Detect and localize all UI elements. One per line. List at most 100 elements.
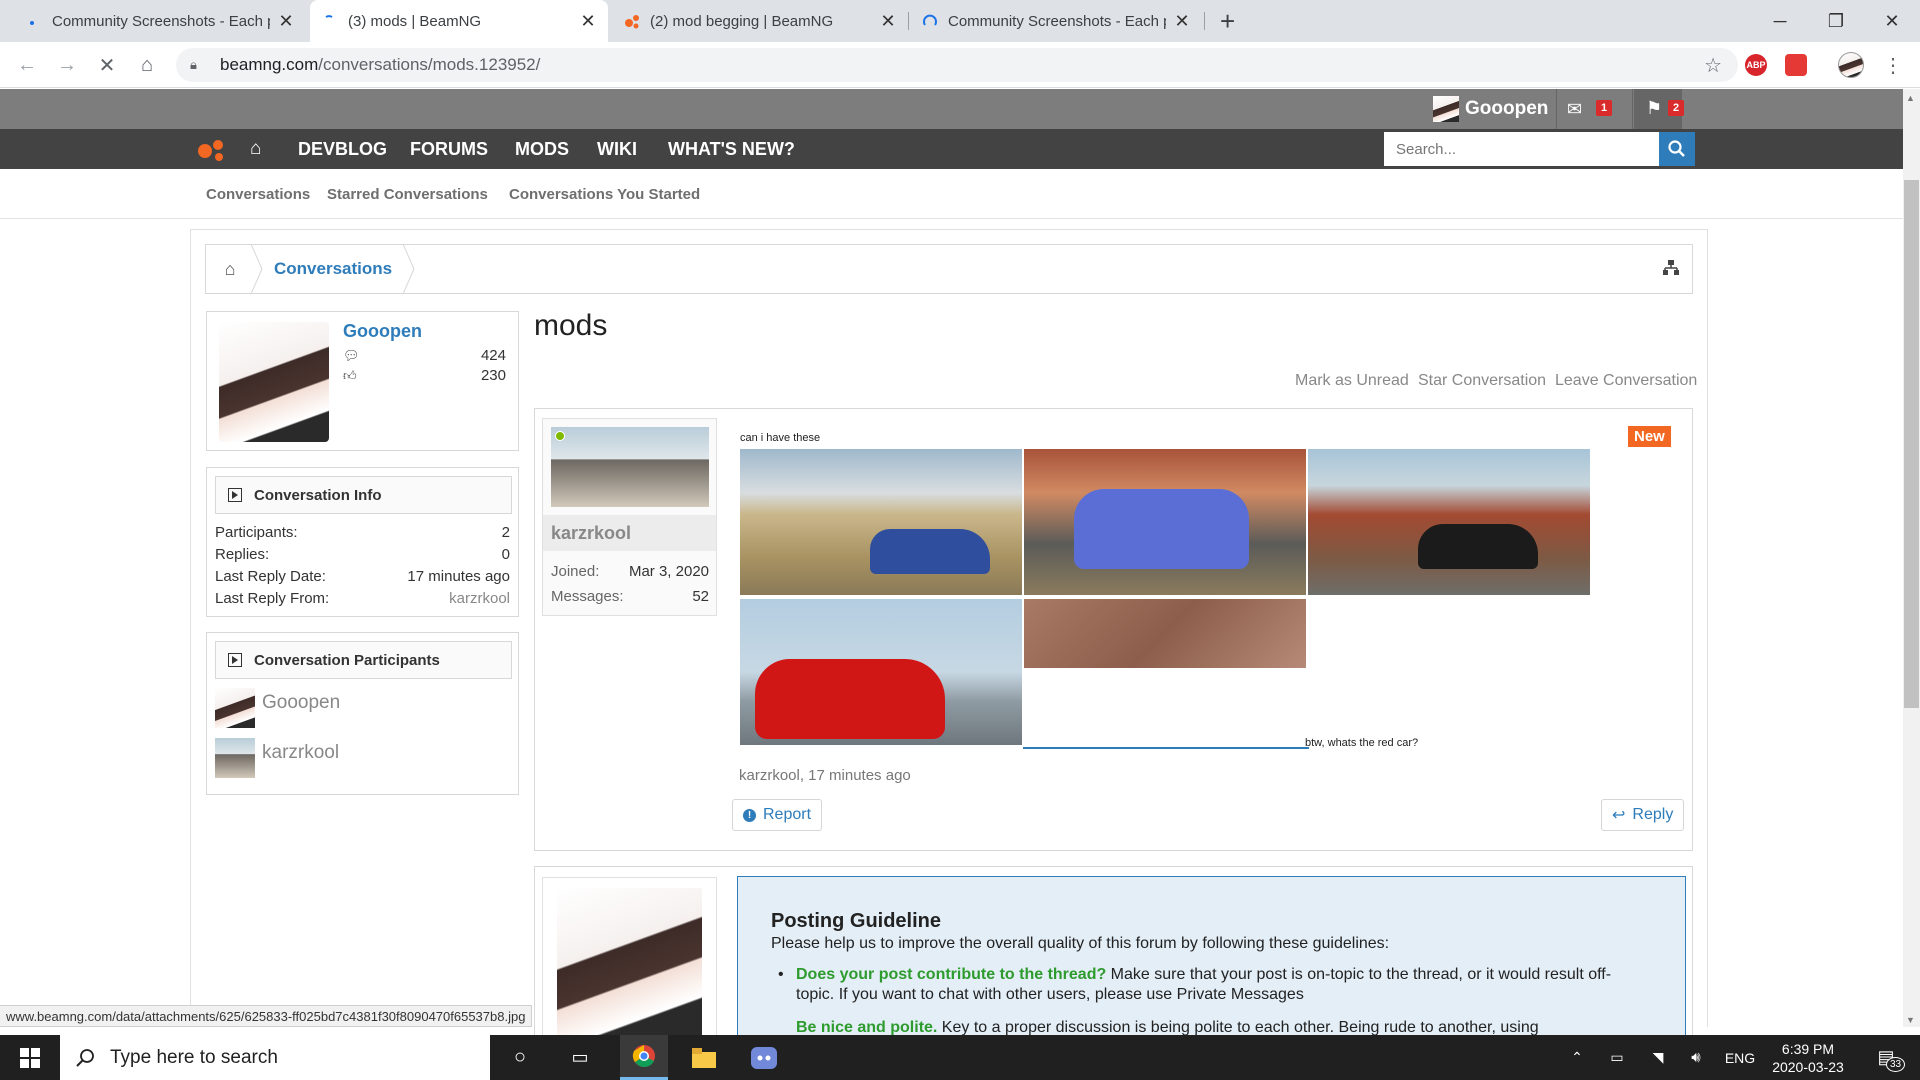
subnav-conversations[interactable]: Conversations bbox=[206, 186, 310, 203]
windows-start-icon[interactable] bbox=[0, 1035, 60, 1080]
leave-conversation-link[interactable]: Leave Conversation bbox=[1555, 372, 1697, 390]
loading-icon bbox=[26, 13, 42, 29]
wifi-icon[interactable]: ◥ bbox=[1645, 1035, 1671, 1080]
author-avatar[interactable] bbox=[551, 427, 709, 507]
file-explorer-icon[interactable] bbox=[680, 1035, 728, 1080]
battery-icon[interactable]: ▭ bbox=[1604, 1035, 1630, 1080]
sub-navigation: Conversations Starred Conversations Conv… bbox=[0, 169, 1903, 219]
address-bar[interactable]: 🔒︎ beamng.com/conversations/mods.123952/… bbox=[176, 48, 1738, 82]
nav-forums[interactable]: FORUMS bbox=[410, 129, 488, 169]
attachment-image[interactable] bbox=[1308, 449, 1590, 595]
tab-title: (3) mods | BeamNG bbox=[348, 12, 482, 30]
new-tab-icon[interactable]: + bbox=[1220, 6, 1235, 37]
reply-avatar[interactable] bbox=[557, 888, 702, 1037]
subnav-you-started[interactable]: Conversations You Started bbox=[509, 186, 700, 203]
last-reply-user-link[interactable]: karzrkool bbox=[449, 590, 510, 607]
tray-chevron-icon[interactable]: ⌃ bbox=[1565, 1035, 1589, 1080]
nav-mods[interactable]: MODS bbox=[515, 129, 569, 169]
nav-wiki[interactable]: WIKI bbox=[597, 129, 637, 169]
visitor-message-count: 424 bbox=[480, 347, 506, 364]
chrome-taskbar-icon[interactable] bbox=[620, 1035, 668, 1080]
info-label: Replies: bbox=[215, 546, 270, 563]
discord-icon[interactable] bbox=[740, 1035, 788, 1080]
beamng-logo-icon[interactable] bbox=[196, 137, 226, 168]
conversation-info-panel: Conversation Info Participants: 2 Replie… bbox=[206, 467, 519, 617]
close-tab-icon[interactable]: ✕ bbox=[580, 11, 596, 32]
alerts-button[interactable]: ⚑ 2 bbox=[1634, 89, 1685, 129]
divider bbox=[1632, 89, 1633, 129]
participant-avatar[interactable] bbox=[215, 738, 255, 778]
breadcrumb-home-icon[interactable]: ⌂ bbox=[206, 245, 254, 293]
search-icon bbox=[1668, 140, 1685, 157]
bookmark-star-icon[interactable]: ☆ bbox=[1704, 53, 1722, 78]
breadcrumb-separator bbox=[250, 244, 263, 294]
attachment-image[interactable] bbox=[740, 449, 1022, 595]
close-window-icon[interactable]: ✕ bbox=[1864, 0, 1920, 42]
breadcrumb-conversations[interactable]: Conversations bbox=[274, 259, 392, 279]
user-avatar[interactable] bbox=[1433, 96, 1459, 122]
browser-tab[interactable]: Community Screenshots - Each p ✕ bbox=[910, 0, 1202, 42]
minimize-icon[interactable]: ─ bbox=[1752, 0, 1808, 42]
reply-user-info bbox=[542, 877, 717, 1037]
joined-label: Joined: bbox=[551, 563, 600, 580]
attachment-image[interactable] bbox=[1024, 599, 1306, 668]
volume-icon[interactable]: 🔊︎ bbox=[1683, 1035, 1709, 1080]
back-icon[interactable]: ← bbox=[12, 50, 42, 80]
home-icon[interactable]: ⌂ bbox=[132, 50, 162, 80]
close-tab-icon[interactable]: ✕ bbox=[1174, 11, 1190, 32]
adblock-extension-icon[interactable]: ABP bbox=[1745, 54, 1767, 76]
participant-avatar[interactable] bbox=[215, 688, 255, 728]
guideline-item-bold: Be nice and polite. bbox=[796, 1019, 938, 1036]
message-meta[interactable]: karzrkool, 17 minutes ago bbox=[739, 767, 911, 784]
clock[interactable]: 6:39 PM 2020-03-23 bbox=[1766, 1035, 1850, 1080]
close-tab-icon[interactable]: ✕ bbox=[880, 11, 896, 32]
author-name-bar: karzrkool bbox=[543, 515, 716, 551]
stop-icon[interactable]: ✕ bbox=[92, 50, 122, 80]
user-name-link[interactable]: Gooopen bbox=[1465, 98, 1548, 120]
taskbar-search-box[interactable]: Type here to search bbox=[60, 1035, 490, 1080]
mark-unread-link[interactable]: Mark as Unread bbox=[1295, 372, 1409, 390]
restore-icon[interactable]: ❐ bbox=[1808, 0, 1864, 42]
star-conversation-link[interactable]: Star Conversation bbox=[1418, 372, 1546, 390]
participant-name[interactable]: Gooopen bbox=[262, 692, 340, 714]
browser-tab[interactable]: Community Screenshots - Each p ✕ bbox=[14, 0, 306, 42]
language-indicator[interactable]: ENG bbox=[1722, 1035, 1758, 1080]
attachment-image[interactable] bbox=[740, 599, 1022, 745]
notifications-icon[interactable]: ▤ 33 bbox=[1862, 1035, 1910, 1080]
cortana-icon[interactable]: ○ bbox=[496, 1035, 544, 1080]
reply-button[interactable]: ↩ Reply bbox=[1601, 799, 1685, 831]
close-tab-icon[interactable]: ✕ bbox=[278, 11, 294, 32]
scroll-down-icon[interactable]: ▼ bbox=[1906, 1015, 1915, 1025]
section-title: Conversation Participants bbox=[254, 651, 440, 669]
inbox-icon[interactable]: ✉ bbox=[1567, 99, 1582, 120]
menu-kebab-icon[interactable]: ⋮ bbox=[1878, 50, 1908, 80]
profile-avatar[interactable] bbox=[1838, 52, 1864, 78]
forward-icon[interactable]: → bbox=[52, 50, 82, 80]
home-nav-icon[interactable]: ⌂ bbox=[250, 129, 261, 169]
info-value: 17 minutes ago bbox=[407, 568, 510, 585]
author-name[interactable]: karzrkool bbox=[551, 523, 631, 544]
task-view-icon[interactable]: ▭ bbox=[556, 1035, 604, 1080]
scroll-up-icon[interactable]: ▲ bbox=[1906, 93, 1915, 103]
nav-whats-new[interactable]: WHAT'S NEW? bbox=[668, 129, 795, 169]
extension-icon[interactable] bbox=[1785, 54, 1807, 76]
visitor-name[interactable]: Gooopen bbox=[343, 321, 422, 342]
subnav-starred[interactable]: Starred Conversations bbox=[327, 186, 488, 203]
participant-name[interactable]: karzrkool bbox=[262, 742, 339, 764]
alerts-count-badge: 2 bbox=[1668, 100, 1685, 116]
browser-tab[interactable]: (2) mod begging | BeamNG ✕ bbox=[612, 0, 908, 42]
quick-reply: Posting Guideline Please help us to impr… bbox=[534, 866, 1693, 1037]
breadcrumb: ⌂ Conversations bbox=[205, 244, 1693, 294]
browser-tab-active[interactable]: (3) mods | BeamNG ✕ bbox=[310, 0, 608, 42]
attachment-image[interactable] bbox=[1024, 449, 1306, 595]
report-button[interactable]: ! Report bbox=[732, 799, 823, 831]
messages-value: 52 bbox=[692, 588, 709, 605]
visitor-avatar[interactable] bbox=[219, 322, 329, 442]
divider bbox=[1556, 89, 1557, 129]
sitemap-icon[interactable] bbox=[1662, 259, 1680, 282]
nav-devblog[interactable]: DEVBLOG bbox=[298, 129, 387, 169]
site-search-input[interactable] bbox=[1384, 132, 1659, 166]
scrollbar-thumb[interactable] bbox=[1904, 180, 1919, 708]
search-button[interactable] bbox=[1659, 132, 1695, 166]
lock-icon: 🔒︎ bbox=[190, 57, 197, 72]
